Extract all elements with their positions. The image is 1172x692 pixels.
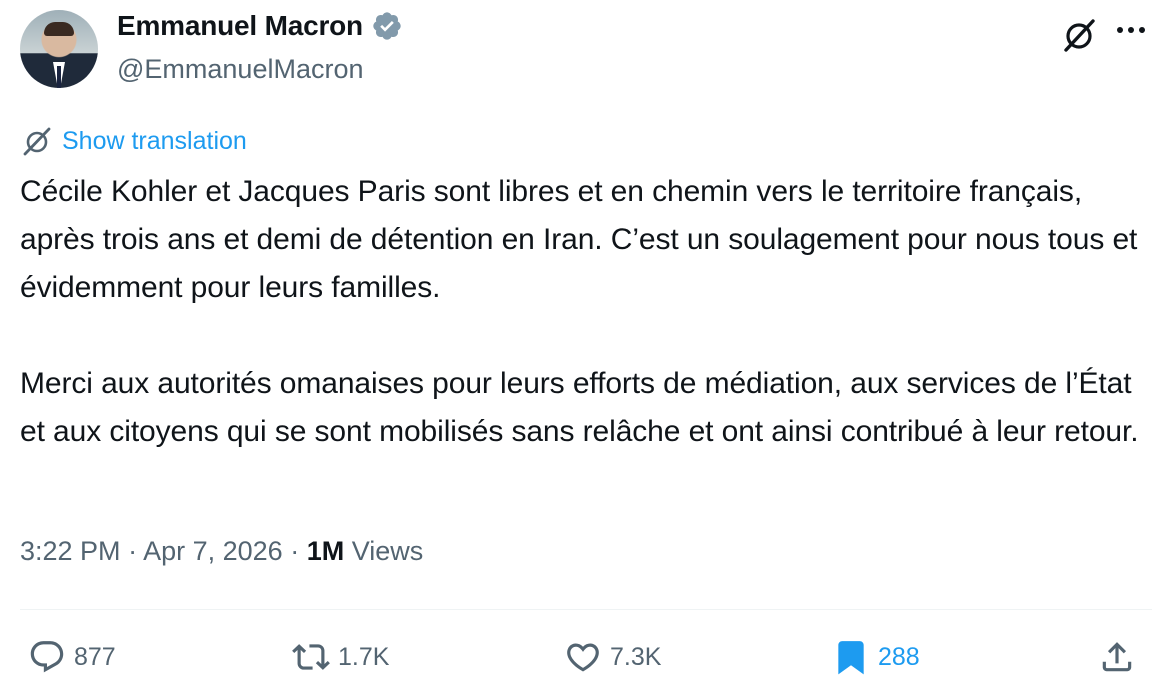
tweet-meta: 3:22 PM · Apr 7, 2026 · 1M Views [20, 536, 423, 567]
tweet-date[interactable]: Apr 7, 2026 [143, 536, 283, 566]
repost-count: 1.7K [338, 642, 390, 671]
author-name[interactable]: Emmanuel Macron [117, 10, 363, 42]
repost-icon [292, 644, 330, 670]
avatar-tie [57, 66, 61, 88]
meta-separator: · [282, 536, 307, 566]
avatar[interactable] [20, 10, 98, 88]
share-icon [1102, 642, 1132, 672]
tweet-text: Cécile Kohler et Jacques Paris sont libr… [20, 168, 1150, 456]
like-count: 7.3K [610, 642, 662, 671]
tweet-paragraph-2: Merci aux autorités omanaises pour leurs… [20, 367, 1139, 448]
tweet-paragraph-1: Cécile Kohler et Jacques Paris sont libr… [20, 175, 1138, 304]
reply-button[interactable]: 877 [28, 635, 116, 679]
like-icon [567, 643, 599, 672]
tweet-time[interactable]: 3:22 PM [20, 536, 121, 566]
grok-icon[interactable] [1060, 16, 1098, 54]
reply-icon [30, 641, 64, 673]
verified-badge-icon[interactable] [371, 10, 403, 42]
avatar-hair [44, 22, 74, 36]
share-button[interactable] [1098, 635, 1136, 679]
meta-separator: · [120, 536, 144, 566]
reply-count: 877 [74, 642, 116, 671]
author-name-row: Emmanuel Macron [117, 10, 403, 42]
like-button[interactable]: 7.3K [564, 635, 661, 679]
more-icon[interactable] [1112, 15, 1150, 45]
bookmark-icon [838, 641, 864, 675]
views-count: 1M [306, 536, 345, 566]
bookmark-count: 288 [878, 642, 920, 671]
translation-row[interactable]: Show translation [20, 124, 247, 158]
show-translation-link[interactable]: Show translation [62, 127, 247, 156]
bookmark-button[interactable]: 288 [832, 635, 920, 679]
divider [20, 609, 1152, 610]
author-handle[interactable]: @EmmanuelMacron [117, 54, 364, 85]
grok-translate-icon [23, 127, 51, 156]
repost-button[interactable]: 1.7K [292, 635, 389, 679]
views-label: Views [351, 536, 424, 566]
